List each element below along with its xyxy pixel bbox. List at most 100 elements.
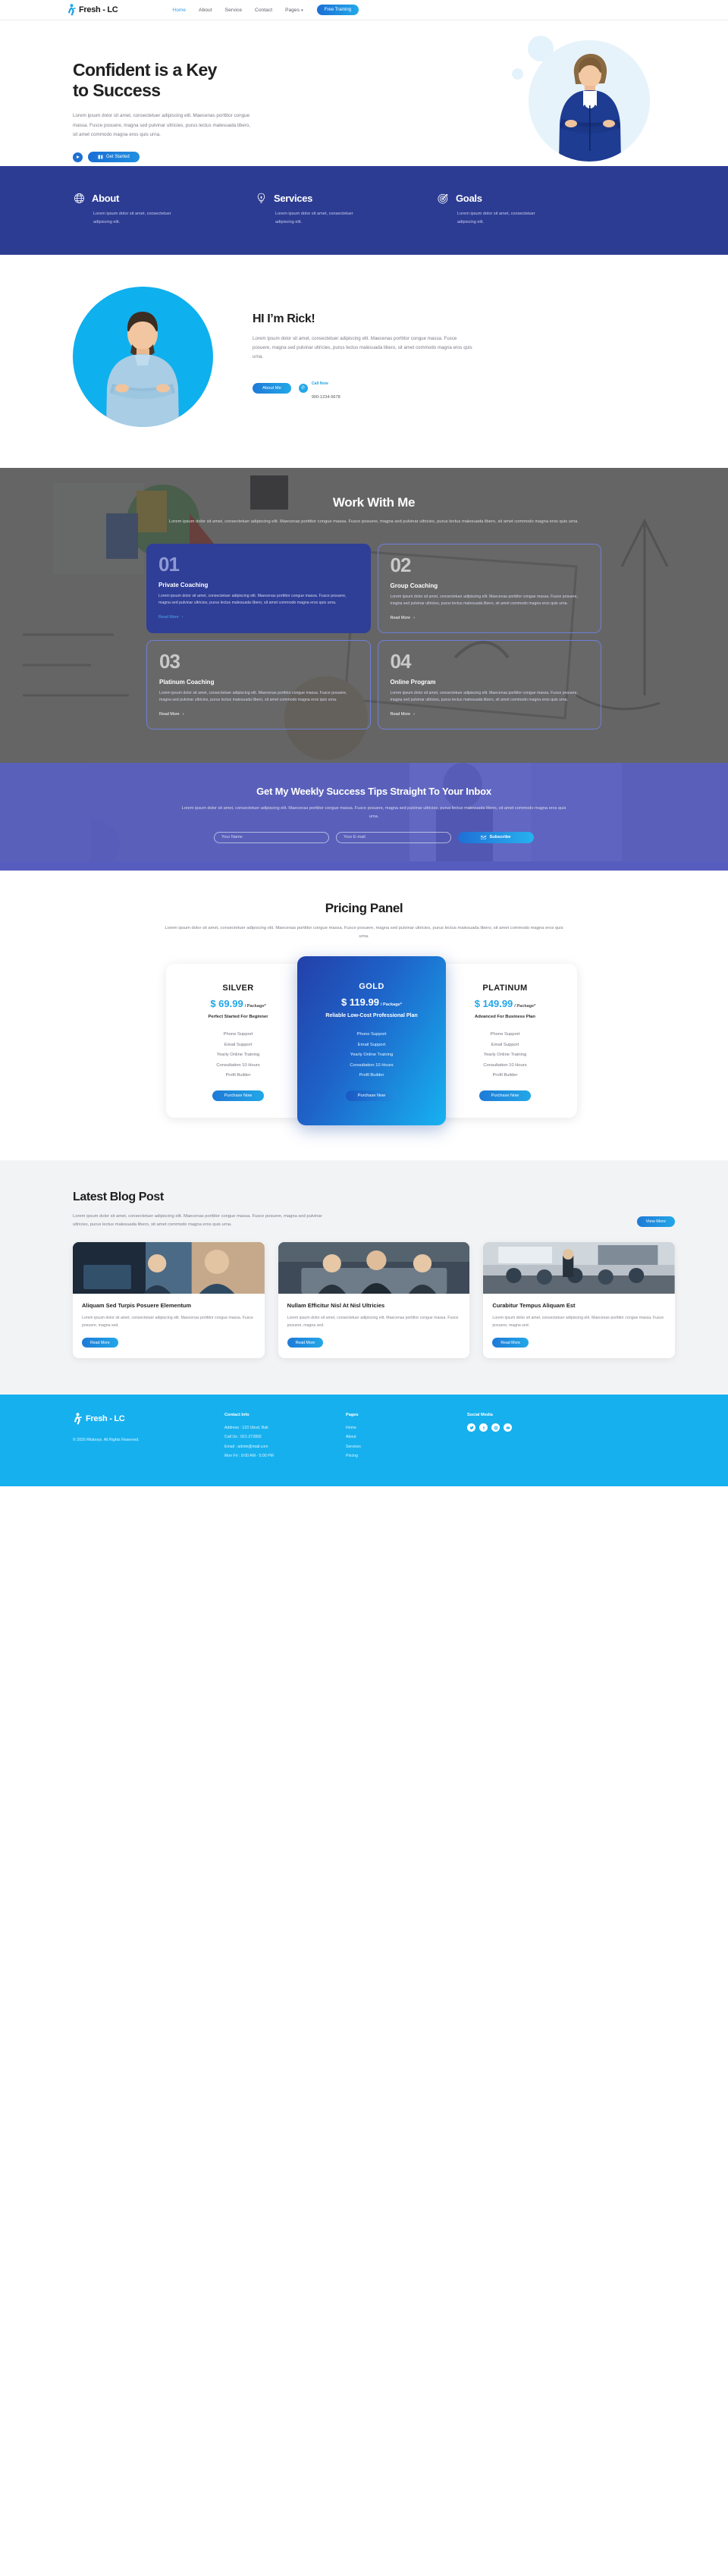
about-section: HI I’m Rick! Lorem ipsum dolor sit amet,… [0,255,728,469]
work-card-read-more[interactable]: Read More › [391,616,589,620]
pricing-card-platinum[interactable]: PLATINUM $ 149.99/ Package* Advanced For… [433,964,577,1119]
purchase-now-button-platinum[interactable]: Purchase Now [479,1090,532,1102]
work-subtitle: Lorem ipsum dolor sit amet, consectetuer… [168,519,579,525]
newsletter-title: Get My Weekly Success Tips Straight To Y… [256,786,491,798]
footer-link-pricing-label[interactable]: Pricing [346,1454,358,1458]
blog-read-more-button-3[interactable]: Read More [492,1338,529,1348]
plan-price-row: $ 149.99/ Package* [433,998,577,1009]
social-links [467,1423,588,1432]
nav-item-contact[interactable]: Contact [255,8,272,13]
call-now-block[interactable]: ✆ Call Now 900-1234-5678 [298,375,340,402]
work-card-group-coaching[interactable]: 02 Group Coaching Lorem ipsum dolor sit … [377,543,601,633]
plan-feature: Phone Support [490,1032,520,1037]
feature-about[interactable]: About Lorem ipsum dolor sit amet, consec… [73,192,255,226]
nav-item-pages[interactable]: Pages ▾ [285,8,303,13]
view-more-button[interactable]: View More [636,1216,675,1227]
call-now-number: 900-1234-5678 [311,394,340,400]
nav-item-home[interactable]: Home [172,8,186,13]
footer-contact-heading: Contact Info [224,1413,249,1418]
brand-logo[interactable]: Fresh - LC [67,4,118,16]
plan-feature: Consultation 10 Hours [216,1062,260,1068]
plan-price-row: $ 69.99/ Package* [166,998,310,1009]
read-more-label: Read More [158,614,179,620]
plan-feature: Consultation 10 Hours [350,1062,394,1068]
footer-link-services-label[interactable]: Services [346,1445,361,1449]
plan-tagline: Advanced For Business Plan [475,1015,535,1020]
blog-card-1[interactable]: Aliquam Sed Turpis Posuere Elementum Lor… [73,1241,265,1359]
work-card-read-more[interactable]: Read More › [391,712,589,717]
plan-price: $ 69.99 [210,998,243,1010]
plan-feature: Profil Builder [359,1073,384,1078]
footer: Fresh - LC © 2020 Ritsboys. All Rights R… [0,1395,728,1487]
globe-icon [73,192,86,205]
get-started-button[interactable]: Get Started [88,152,140,163]
work-title: Work With Me [332,495,416,510]
work-card-read-more[interactable]: Read More › [158,615,359,620]
feature-services[interactable]: Services Lorem ipsum dolor sit amet, con… [255,192,437,226]
plan-price: $ 149.99 [474,998,513,1010]
about-me-button[interactable]: About Me [253,382,291,394]
facebook-icon[interactable] [479,1423,488,1432]
work-card-text: Lorem ipsum dolor sit amet, consectetuer… [158,593,347,606]
nav-item-service[interactable]: Service [225,8,242,13]
email-input[interactable] [336,831,451,843]
blog-card-3[interactable]: Curabitur Tempus Aliquam Est Lorem ipsum… [483,1241,675,1359]
play-icon[interactable] [73,152,83,162]
footer-link-services[interactable]: Services [346,1442,467,1451]
plan-feature: Phone Support [356,1031,387,1037]
footer-link-home-label[interactable]: Home [346,1426,356,1430]
work-card-private-coaching[interactable]: 01 Private Coaching Lorem ipsum dolor si… [146,543,371,633]
footer-brand-name: Fresh - LC [86,1414,125,1424]
nav-item-about[interactable]: About [199,8,212,13]
feature-title: Goals [456,193,482,204]
plan-period: / Package* [514,1004,536,1009]
work-card-platinum-coaching[interactable]: 03 Platinum Coaching Lorem ipsum dolor s… [146,639,371,730]
blog-read-more-button-1[interactable]: Read More [82,1338,118,1348]
purchase-now-button-silver[interactable]: Purchase Now [212,1090,265,1102]
youtube-icon[interactable] [504,1423,512,1432]
blog-card-text: Lorem ipsum dolor sit amet, consectetuer… [287,1316,459,1329]
plan-name: PLATINUM [482,984,528,993]
feature-title: About [92,193,120,204]
work-card-number: 04 [390,649,412,673]
blog-card-title: Curabitur Tempus Aliquam Est [492,1301,576,1309]
blog-read-more-button-2[interactable]: Read More [287,1338,324,1348]
blog-card-2[interactable]: Nullam Efficitur Nisl At Nisl Ultricies … [278,1241,470,1359]
about-title: HI I’m Rick! [253,312,315,325]
subscribe-button[interactable]: Subscribe [458,831,534,843]
footer-link-pricing[interactable]: Pricing [346,1451,467,1461]
work-card-online-program[interactable]: 04 Online Program Lorem ipsum dolor sit … [377,639,601,730]
blog-card-text: Lorem ipsum dolor sit amet, consectetuer… [492,1316,664,1329]
footer-link-about[interactable]: About [346,1432,467,1442]
feature-goals[interactable]: Goals Lorem ipsum dolor sit amet, consec… [437,192,619,226]
footer-contact-hours: Mon Fri : 9:00 AM - 5:00 PM [224,1453,274,1458]
plan-feature: Email Support [491,1042,519,1047]
footer-contact-phone: Call Us : 021-272892 [224,1435,262,1440]
feature-text: Lorem ipsum dolor sit amet, consectetuer… [275,212,353,224]
pricing-subtitle: Lorem ipsum dolor sit amet, consectetuer… [165,925,563,940]
subscribe-label: Subscribe [489,835,511,840]
about-photo [73,287,213,428]
pricing-cards-row: SILVER $ 69.99/ Package* Perfect Started… [0,956,728,1125]
twitter-icon[interactable] [467,1423,475,1432]
footer-social-column: Social Media [467,1413,588,1461]
purchase-now-button-gold[interactable]: Purchase Now [345,1090,398,1101]
instagram-icon[interactable] [491,1423,500,1432]
feature-title: Services [274,193,313,204]
running-man-icon [73,1413,83,1425]
blog-title: Latest Blog Post [73,1191,164,1203]
pricing-card-gold[interactable]: GOLD $ 119.99/ Package* Reliable Low-Cos… [297,956,446,1125]
pricing-card-silver[interactable]: SILVER $ 69.99/ Package* Perfect Started… [166,964,310,1119]
plan-period: / Package* [380,1002,402,1008]
work-card-read-more[interactable]: Read More › [159,712,358,717]
about-paragraph: Lorem ipsum dolor sit amet, consectetuer… [253,335,472,359]
plan-name: GOLD [359,982,384,992]
name-input[interactable] [214,831,329,843]
footer-link-home[interactable]: Home [346,1423,467,1432]
footer-link-about-label[interactable]: About [346,1435,356,1439]
plan-feature: Consultation 10 Hours [483,1062,527,1068]
footer-logo[interactable]: Fresh - LC [73,1413,224,1425]
pricing-section: Pricing Panel Lorem ipsum dolor sit amet… [0,870,728,1160]
work-card-title: Platinum Coaching [159,678,215,686]
free-training-button[interactable]: Free Training [316,5,359,15]
